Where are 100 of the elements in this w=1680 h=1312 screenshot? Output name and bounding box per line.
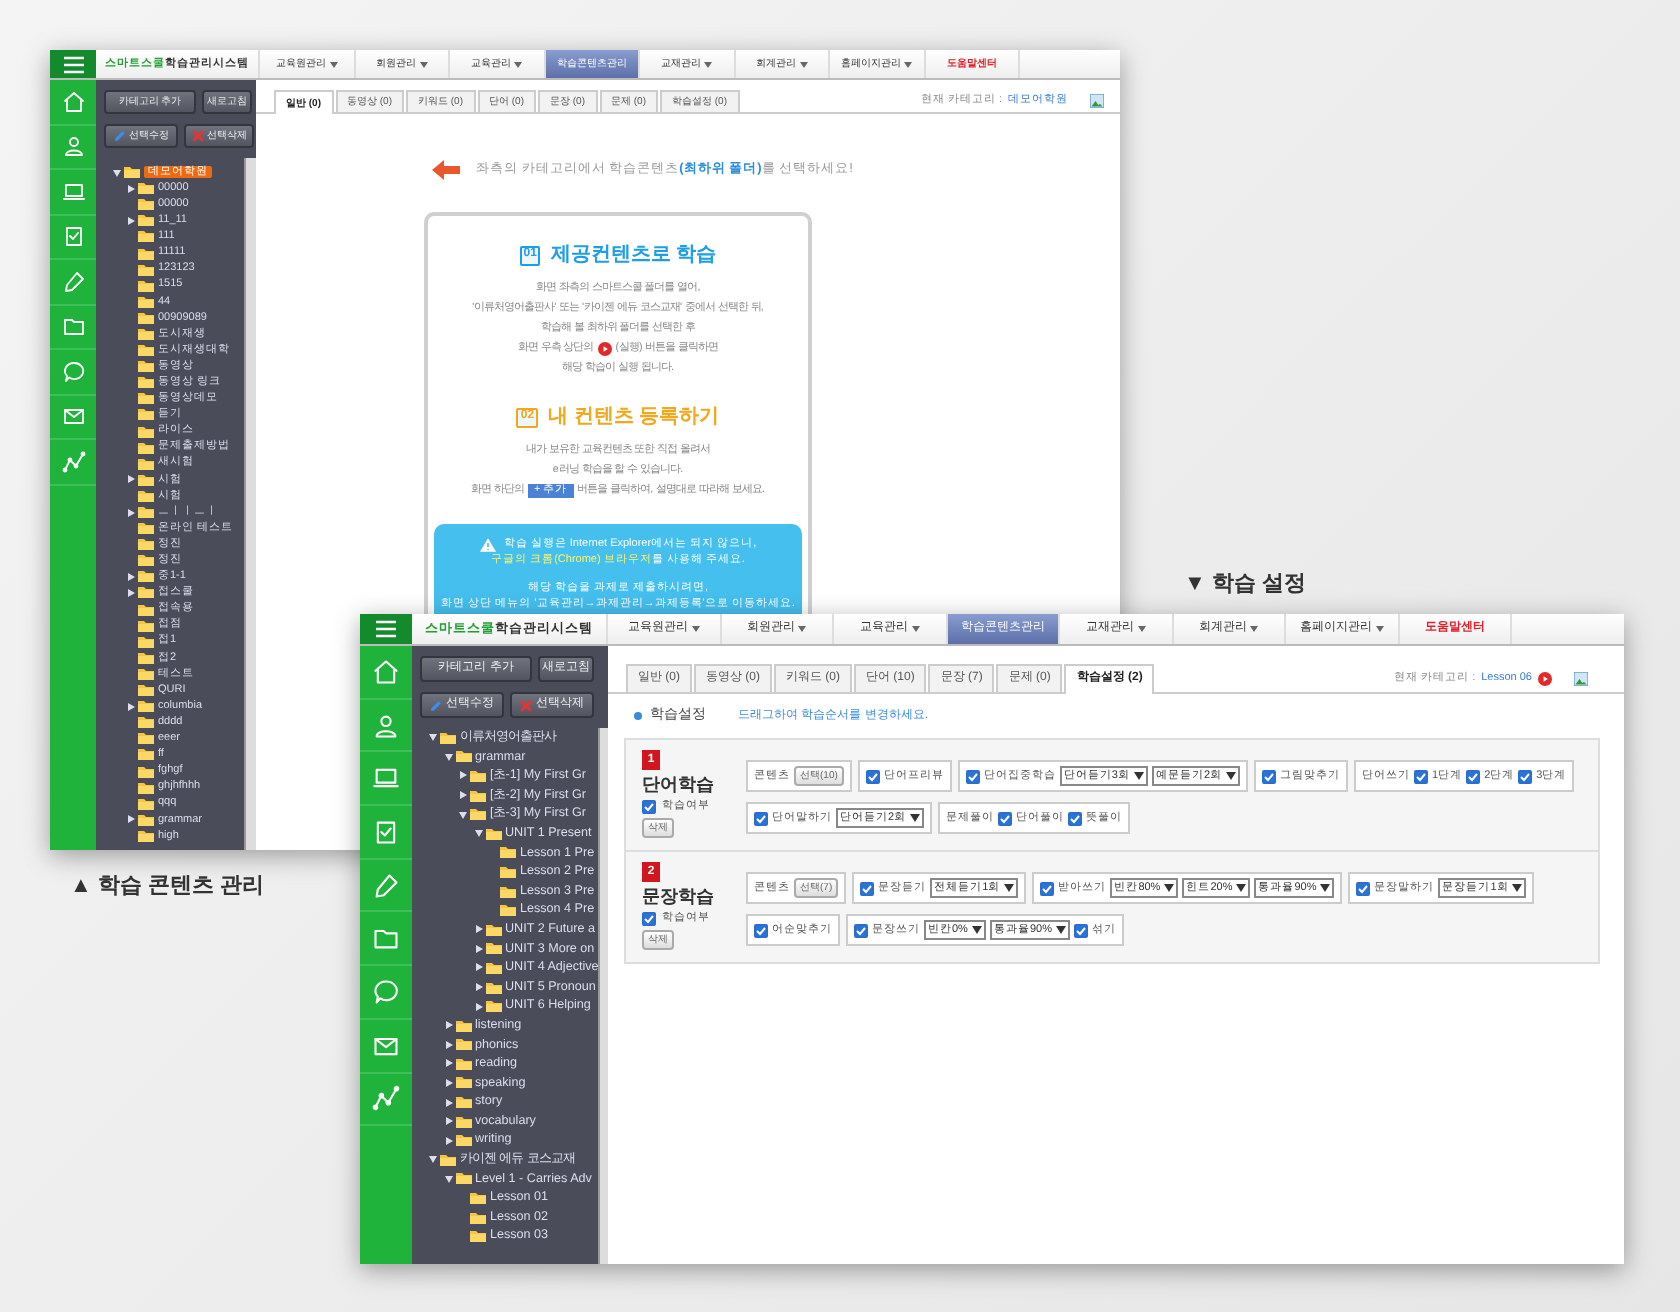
toggle-arrow-icon[interactable]: [443, 1097, 453, 1108]
toggle-arrow-icon[interactable]: [443, 1173, 453, 1184]
pen-icon[interactable]: [61, 269, 85, 294]
checkbox[interactable]: [965, 769, 980, 784]
caret-icon: [1236, 884, 1247, 893]
play-icon[interactable]: [597, 341, 612, 355]
checkbox[interactable]: [865, 769, 880, 784]
folder-icon: [440, 1153, 456, 1166]
toggle-arrow-icon[interactable]: [443, 1058, 453, 1069]
folder-icon: [138, 489, 154, 502]
section-title: 문장학습: [642, 886, 716, 908]
checkbox[interactable]: [1466, 769, 1481, 784]
toggle-arrow-icon[interactable]: [126, 701, 136, 712]
folder-icon: [500, 865, 516, 878]
toggle-arrow-icon[interactable]: [126, 183, 136, 194]
folder-icon: [138, 295, 154, 308]
folder-icon: [124, 166, 140, 179]
chat-bubble-icon[interactable]: [61, 359, 85, 384]
toggle-arrow-icon[interactable]: [473, 982, 483, 993]
user-icon[interactable]: [61, 134, 85, 159]
checkbox[interactable]: [1262, 769, 1277, 784]
toggle-arrow-icon[interactable]: [443, 751, 453, 762]
folder-icon: [138, 376, 154, 389]
play-icon[interactable]: [1538, 671, 1552, 685]
checkbox[interactable]: [754, 811, 768, 826]
toggle-arrow-icon[interactable]: [473, 1001, 483, 1012]
menu-button[interactable]: [360, 614, 412, 644]
checkbox[interactable]: [854, 923, 868, 938]
checkbox[interactable]: [1068, 811, 1083, 826]
laptop-icon[interactable]: [61, 179, 85, 204]
caret-icon: [1512, 884, 1523, 893]
toggle-arrow-icon[interactable]: [473, 924, 483, 935]
toggle-arrow-icon[interactable]: [428, 1154, 438, 1165]
image-icon[interactable]: [1090, 94, 1104, 108]
toggle-arrow-icon[interactable]: [458, 770, 468, 781]
menu-button[interactable]: [50, 50, 96, 78]
checkbox[interactable]: [1073, 923, 1088, 938]
warning-icon: [479, 537, 496, 551]
caption: ▲ 학습 콘텐츠 관리: [70, 874, 265, 901]
toggle-arrow-icon[interactable]: [126, 587, 136, 598]
user-icon[interactable]: [372, 711, 400, 740]
mail-icon[interactable]: [61, 404, 85, 429]
checkbox[interactable]: [1518, 769, 1533, 784]
section-title: 단어학습: [642, 774, 716, 797]
home-icon[interactable]: [61, 89, 85, 114]
caret-icon: [514, 61, 523, 67]
toggle-arrow-icon[interactable]: [428, 732, 438, 743]
image-icon[interactable]: [1574, 671, 1588, 685]
home-icon[interactable]: [372, 657, 400, 686]
checkbox[interactable]: [860, 881, 875, 896]
toggle-arrow-icon[interactable]: [443, 1039, 453, 1050]
clipboard-check-icon[interactable]: [61, 224, 85, 249]
chat-bubble-icon[interactable]: [372, 977, 400, 1006]
folder-icon: [500, 904, 516, 917]
scrollbar[interactable]: [244, 158, 256, 850]
clipboard-check-icon[interactable]: [372, 817, 400, 846]
caret-icon: [910, 814, 921, 823]
toggle-arrow-icon[interactable]: [443, 1135, 453, 1146]
folder-icon[interactable]: [372, 924, 400, 953]
toggle-arrow-icon[interactable]: [458, 809, 468, 820]
checkbox[interactable]: [642, 800, 656, 815]
cross-icon: [191, 130, 203, 142]
folder-icon[interactable]: [61, 314, 85, 339]
checkbox[interactable]: [754, 923, 768, 938]
caret-icon: [1055, 926, 1066, 935]
scrollbar[interactable]: [598, 728, 608, 1264]
folder-icon: [138, 360, 154, 373]
toggle-arrow-icon[interactable]: [126, 814, 136, 825]
folder-icon: [455, 1057, 471, 1070]
checkbox[interactable]: [998, 811, 1013, 826]
checkbox[interactable]: [1040, 881, 1055, 896]
toggle-arrow-icon[interactable]: [126, 571, 136, 582]
step-title: 제공컨텐츠로 학습: [550, 244, 717, 268]
toggle-arrow-icon[interactable]: [458, 790, 468, 801]
folder-icon: [138, 327, 154, 340]
caret-icon: [1320, 884, 1331, 893]
toggle-arrow-icon[interactable]: [473, 828, 483, 839]
folder-icon: [138, 247, 154, 260]
caret-icon: [799, 61, 808, 67]
pen-icon[interactable]: [372, 871, 400, 900]
caret-icon: [798, 626, 807, 632]
folder-icon: [485, 923, 501, 936]
toggle-arrow-icon[interactable]: [443, 1077, 453, 1088]
checkbox[interactable]: [642, 911, 656, 926]
folder-icon: [138, 829, 154, 842]
checkbox[interactable]: [1414, 769, 1429, 784]
toggle-arrow-icon[interactable]: [473, 962, 483, 973]
toggle-arrow-icon[interactable]: [473, 943, 483, 954]
toggle-arrow-icon[interactable]: [126, 474, 136, 485]
line-chart-icon[interactable]: [61, 449, 85, 474]
laptop-icon[interactable]: [372, 764, 400, 793]
toggle-arrow-icon[interactable]: [126, 507, 136, 518]
folder-icon: [138, 813, 154, 826]
toggle-arrow-icon[interactable]: [443, 1020, 453, 1031]
toggle-arrow-icon[interactable]: [443, 1116, 453, 1127]
line-chart-icon[interactable]: [372, 1084, 400, 1113]
checkbox[interactable]: [1356, 881, 1371, 896]
caret-icon: [704, 61, 713, 67]
toggle-arrow-icon[interactable]: [126, 215, 136, 226]
toggle-arrow-icon[interactable]: [112, 167, 122, 178]
